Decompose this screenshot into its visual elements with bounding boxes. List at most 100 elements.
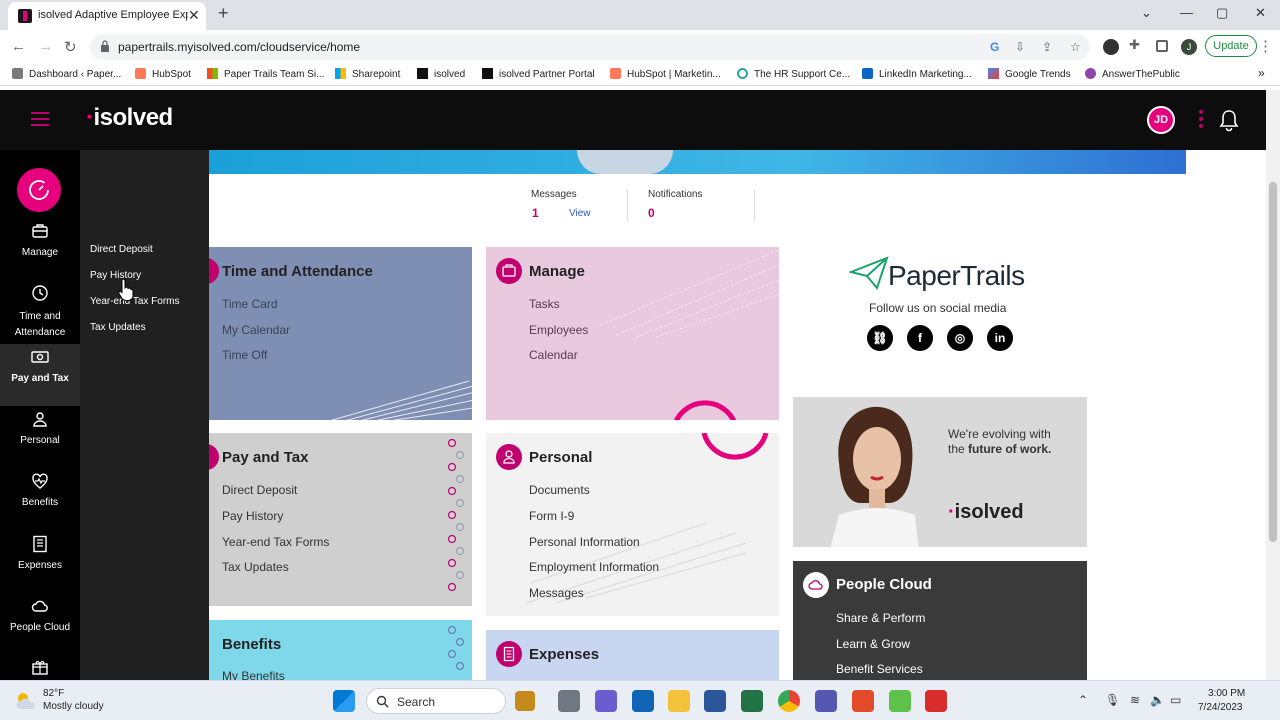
tile-link-employment-information[interactable]: Employment Information [529, 560, 659, 574]
back-icon[interactable]: ← [11, 38, 26, 55]
teams-chat-icon[interactable] [595, 690, 617, 712]
tile-link-time-off[interactable]: Time Off [222, 348, 267, 362]
tile-people-cloud[interactable]: People Cloud Share & Perform Learn & Gro… [793, 561, 1087, 680]
outlook-icon[interactable] [632, 690, 654, 712]
browser-tab[interactable]: isolved Adaptive Employee Experie... ✕ [8, 2, 206, 30]
chevron-down-icon[interactable]: ⌄ [1141, 5, 1152, 21]
share-icon[interactable]: ⇪ [1042, 40, 1052, 54]
tile-expenses[interactable]: Expenses [486, 630, 779, 680]
refresh-action-button[interactable] [17, 168, 61, 212]
bookmark-item[interactable]: Paper Trails Team Si... [207, 68, 324, 80]
omnibox[interactable]: papertrails.myisolved.com/cloudservice/h… [90, 34, 1090, 60]
tile-link-learn-and-grow[interactable]: Learn & Grow [836, 637, 910, 651]
minimize-icon[interactable]: — [1180, 5, 1193, 20]
user-avatar[interactable]: JD [1147, 106, 1175, 134]
close-tab-icon[interactable]: ✕ [188, 7, 200, 24]
microphone-icon[interactable]: 🎙 [1105, 693, 1120, 707]
file-explorer-icon[interactable] [668, 690, 690, 712]
bookmark-item[interactable]: AnswerThePublic [1085, 68, 1180, 80]
tile-link-year-end-tax-forms[interactable]: Year-end Tax Forms [222, 535, 329, 549]
tile-link-pay-history[interactable]: Pay History [222, 509, 283, 523]
teams-icon[interactable] [815, 690, 837, 712]
tile-link-personal-information[interactable]: Personal Information [529, 535, 640, 549]
chrome-icon[interactable] [778, 690, 800, 712]
notifications-count[interactable]: 0 [648, 206, 655, 220]
new-tab-icon[interactable]: + [218, 3, 229, 24]
tile-link-direct-deposit[interactable]: Direct Deposit [222, 483, 297, 497]
instagram-icon[interactable]: ◎ [947, 325, 973, 351]
word-icon[interactable] [704, 690, 726, 712]
google-icon[interactable]: G [990, 40, 999, 54]
messages-view-link[interactable]: View [569, 208, 591, 219]
chevron-up-icon[interactable]: ⌃ [1078, 693, 1088, 707]
tile-link-my-benefits[interactable]: My Benefits [222, 669, 285, 680]
flyout-item-tax-updates[interactable]: Tax Updates [90, 322, 146, 333]
maximize-icon[interactable]: ▢ [1216, 5, 1228, 21]
weather-temperature[interactable]: 82°F [43, 688, 64, 699]
app-icon[interactable] [925, 690, 947, 712]
side-panel-icon[interactable] [1156, 40, 1168, 52]
bookmark-item[interactable]: HubSpot [135, 68, 191, 80]
bookmark-star-icon[interactable]: ☆ [1070, 40, 1081, 54]
tile-link-my-calendar[interactable]: My Calendar [222, 323, 290, 337]
scrollbar-thumb[interactable] [1269, 182, 1277, 542]
sidebar-item-pay-and-tax[interactable]: Pay and Tax [0, 344, 80, 406]
bookmark-item[interactable]: HubSpot | Marketin... [610, 68, 721, 80]
sidebar-item-expenses[interactable]: Expenses [0, 535, 80, 571]
promo-banner[interactable]: We're evolving with the future of work. … [793, 397, 1087, 547]
page-scrollbar[interactable] [1266, 90, 1280, 680]
bookmark-item[interactable]: The HR Support Ce... [737, 68, 850, 80]
kebab-menu-icon[interactable] [1199, 110, 1203, 131]
forward-icon[interactable]: → [38, 38, 53, 55]
app-icon[interactable] [889, 690, 911, 712]
tile-link-messages[interactable]: Messages [529, 586, 584, 600]
bookmark-item[interactable]: isolved Partner Portal [482, 68, 595, 80]
sidebar-item-benefits[interactable]: Benefits [0, 472, 80, 508]
profile-avatar[interactable]: J [1181, 39, 1197, 55]
tile-link-tax-updates[interactable]: Tax Updates [222, 560, 289, 574]
app-icon[interactable] [852, 690, 874, 712]
sidebar-item-personal[interactable]: Personal [0, 410, 80, 446]
tile-benefits[interactable]: Benefits My Benefits [209, 620, 472, 680]
taskbar-search[interactable]: Search [366, 688, 535, 714]
sidebar-item-time-and-attendance[interactable]: Time and Attendance [0, 284, 80, 341]
tile-link-calendar[interactable]: Calendar [529, 348, 578, 362]
windows-start-icon[interactable] [333, 690, 355, 712]
bookmark-item[interactable]: isolved [417, 68, 465, 80]
tile-pay-and-tax[interactable]: Pay and Tax Direct Deposit Pay History Y… [209, 433, 472, 606]
clock-date[interactable]: 7/24/2023 [1198, 702, 1243, 713]
tile-link-time-card[interactable]: Time Card [222, 297, 278, 311]
tile-link-share-and-perform[interactable]: Share & Perform [836, 611, 925, 625]
volume-icon[interactable]: 🔈 [1150, 693, 1165, 707]
tile-link-benefit-services[interactable]: Benefit Services [836, 662, 923, 676]
more-bookmarks-icon[interactable]: » [1258, 66, 1265, 80]
bookmark-item[interactable]: LinkedIn Marketing... [862, 68, 972, 80]
excel-icon[interactable] [741, 690, 763, 712]
link-icon[interactable]: ⛓ [867, 325, 893, 351]
tile-link-documents[interactable]: Documents [529, 483, 590, 497]
bookmark-item[interactable]: Dashboard ‹ Paper... [12, 68, 121, 80]
reload-icon[interactable]: ↻ [64, 38, 77, 56]
menu-dots-icon[interactable]: ⋮ [1258, 37, 1273, 55]
tile-personal[interactable]: Personal Documents Form I-9 Personal Inf… [486, 433, 779, 616]
isolved-logo[interactable]: ·isolved [86, 104, 173, 132]
wifi-icon[interactable]: ≋ [1130, 693, 1140, 707]
close-window-icon[interactable]: ✕ [1255, 5, 1266, 21]
battery-icon[interactable]: ▭ [1170, 693, 1181, 707]
install-icon[interactable]: ⇩ [1015, 40, 1025, 54]
linkedin-icon[interactable]: in [987, 325, 1013, 351]
tile-link-form-i9[interactable]: Form I-9 [529, 509, 574, 523]
bell-icon[interactable] [1218, 108, 1240, 132]
sidebar-item-manage[interactable]: Manage [0, 222, 80, 258]
tile-manage[interactable]: Manage Tasks Employees Calendar [486, 247, 779, 420]
clock-time[interactable]: 3:00 PM [1208, 688, 1245, 699]
facebook-icon[interactable]: f [907, 325, 933, 351]
bookmark-item[interactable]: Sharepoint [335, 68, 400, 80]
hamburger-menu-icon[interactable] [31, 112, 49, 126]
tile-link-employees[interactable]: Employees [529, 323, 588, 337]
flyout-item-direct-deposit[interactable]: Direct Deposit [90, 244, 153, 255]
tile-link-tasks[interactable]: Tasks [529, 297, 560, 311]
bookmark-item[interactable]: Google Trends [988, 68, 1071, 80]
sidebar-item-people-cloud[interactable]: People Cloud [0, 597, 80, 633]
weather-description[interactable]: Mostly cloudy [43, 701, 104, 712]
